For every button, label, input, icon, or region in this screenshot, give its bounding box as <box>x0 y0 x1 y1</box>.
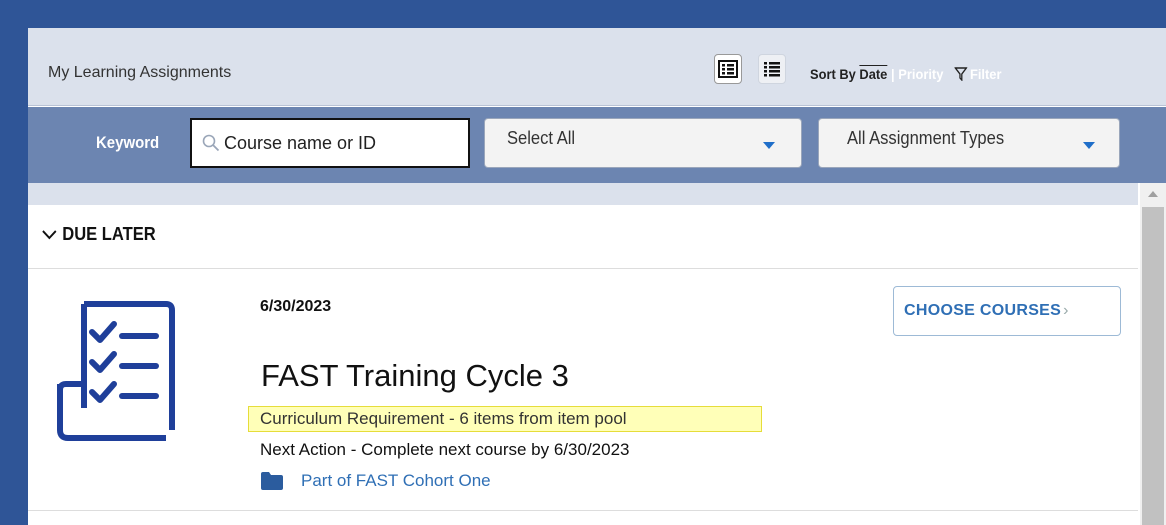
next-action: Next Action - Complete next course by 6/… <box>260 440 630 459</box>
checklist-icon <box>57 301 175 441</box>
chevron-right-icon: › <box>1063 302 1069 319</box>
section-divider <box>28 268 1138 269</box>
status-select-value: Select All <box>507 128 576 148</box>
status-select[interactable]: Select All <box>484 118 802 168</box>
filter-link[interactable]: Filter <box>970 66 1001 82</box>
list-top-band <box>28 183 1138 205</box>
sort-controls: Sort By Date | Priority Filter <box>810 66 1001 82</box>
search-icon <box>202 134 220 152</box>
cohort-link[interactable]: Part of FAST Cohort One <box>301 471 491 491</box>
chevron-down-icon <box>1083 142 1095 149</box>
panel-header: My Learning Assignments Sort By Date | Pri… <box>28 28 1166 106</box>
section-title: DUE LATER <box>62 224 156 244</box>
curriculum-requirement: Curriculum Requirement - 6 items from it… <box>260 409 627 428</box>
detail-view-button[interactable] <box>714 54 742 84</box>
section-due-later-toggle[interactable]: DUE LATER <box>42 224 156 245</box>
scroll-thumb[interactable] <box>1142 207 1164 525</box>
choose-courses-button[interactable]: CHOOSE COURSES › <box>893 286 1121 336</box>
keyword-box[interactable] <box>190 118 470 168</box>
page-title: My Learning Assignments <box>48 64 232 81</box>
card-divider <box>28 510 1138 511</box>
folder-icon <box>261 472 283 490</box>
keyword-search-input[interactable] <box>224 132 454 154</box>
filter-toolbar: Keyword Select All All Assignment Types <box>28 107 1166 183</box>
vertical-scrollbar[interactable] <box>1140 183 1166 525</box>
compact-view-button[interactable] <box>758 54 786 84</box>
list-compact-icon <box>764 62 780 77</box>
chevron-down-icon <box>763 142 775 149</box>
scroll-up-arrow-icon[interactable] <box>1148 191 1158 197</box>
course-title-link[interactable]: FAST Training Cycle 3 <box>261 358 569 394</box>
funnel-icon[interactable] <box>954 67 968 81</box>
sort-label: Sort By <box>810 66 856 82</box>
sort-priority-link[interactable]: Priority <box>898 66 943 82</box>
sort-separator: | <box>891 66 895 82</box>
choose-courses-label: CHOOSE COURSES <box>904 302 1062 319</box>
cohort-row: Part of FAST Cohort One <box>261 471 491 491</box>
learning-panel: My Learning Assignments Sort By Date | Pri… <box>28 28 1166 525</box>
due-date: 6/30/2023 <box>260 298 332 315</box>
assignment-type-select[interactable]: All Assignment Types <box>818 118 1120 168</box>
sort-date-link[interactable]: Date <box>859 66 887 82</box>
assignment-type-value: All Assignment Types <box>847 128 1005 148</box>
list-detail-icon <box>718 60 738 78</box>
keyword-label: Keyword <box>96 133 160 152</box>
chevron-down-icon <box>42 229 57 239</box>
